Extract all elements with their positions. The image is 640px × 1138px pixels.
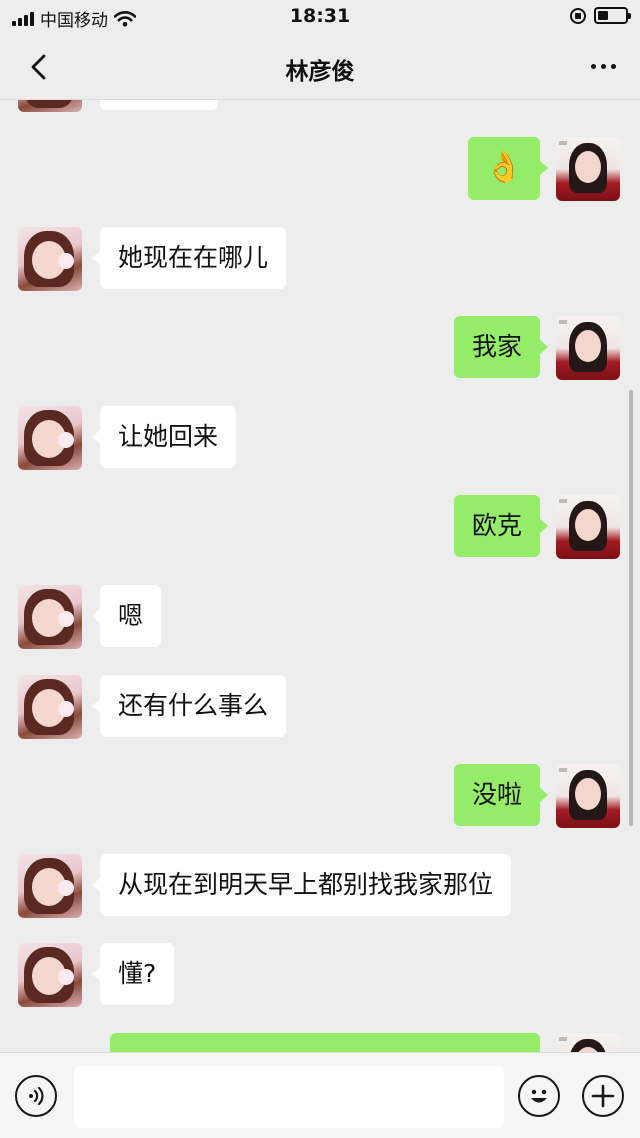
rotation-lock-icon [570, 7, 586, 24]
self-avatar[interactable] [556, 495, 620, 559]
friend-avatar[interactable] [18, 854, 82, 918]
plus-icon[interactable] [582, 1075, 624, 1117]
message-bubble[interactable]: 👌 [468, 137, 548, 200]
message-bubble[interactable]: 还有什么事么 [91, 675, 287, 737]
ok-hand-emoji: 👌 [485, 150, 523, 185]
battery-level [598, 11, 609, 20]
friend-avatar[interactable] [18, 227, 82, 291]
message-bubble[interactable]: 我家 [453, 316, 549, 378]
voice-waves-icon [29, 1086, 44, 1106]
message-list[interactable]: 👌 她现在在哪儿 我家 让她回来 欧克 嗯 还有什么事么 没啦 从现在到明天早上… [0, 0, 640, 1138]
message-bubble[interactable]: 她现在在哪儿 [91, 227, 287, 289]
message-bubble[interactable]: 懂? [91, 943, 175, 1005]
plus-sign-icon [591, 1084, 615, 1108]
message-bubble[interactable]: 嗯 [91, 585, 162, 647]
chat-header: 林彦俊 [0, 34, 640, 100]
scrollbar[interactable] [629, 390, 633, 826]
smiley-face-icon [531, 1089, 547, 1103]
more-dots-icon[interactable] [589, 56, 618, 77]
friend-avatar[interactable] [18, 406, 82, 470]
input-bar [0, 1052, 640, 1138]
self-avatar[interactable] [556, 764, 620, 828]
message-bubble[interactable]: 从现在到明天早上都别找我家那位 [91, 854, 512, 916]
message-bubble[interactable]: 让她回来 [91, 406, 237, 468]
status-right [570, 7, 631, 24]
self-avatar[interactable] [556, 316, 620, 380]
message-bubble[interactable]: 没啦 [453, 764, 549, 826]
status-bar: 中国移动 18:31 [0, 0, 640, 34]
self-avatar[interactable] [556, 137, 620, 201]
friend-avatar[interactable] [18, 585, 82, 649]
message-input[interactable] [74, 1066, 504, 1128]
voice-icon[interactable] [15, 1075, 57, 1117]
friend-avatar[interactable] [18, 675, 82, 739]
friend-avatar[interactable] [18, 943, 82, 1007]
message-bubble[interactable]: 欧克 [453, 495, 549, 557]
emoji-icon[interactable] [518, 1075, 560, 1117]
battery-icon [594, 7, 631, 24]
chat-title: 林彦俊 [285, 59, 355, 85]
clock: 18:31 [289, 5, 351, 27]
